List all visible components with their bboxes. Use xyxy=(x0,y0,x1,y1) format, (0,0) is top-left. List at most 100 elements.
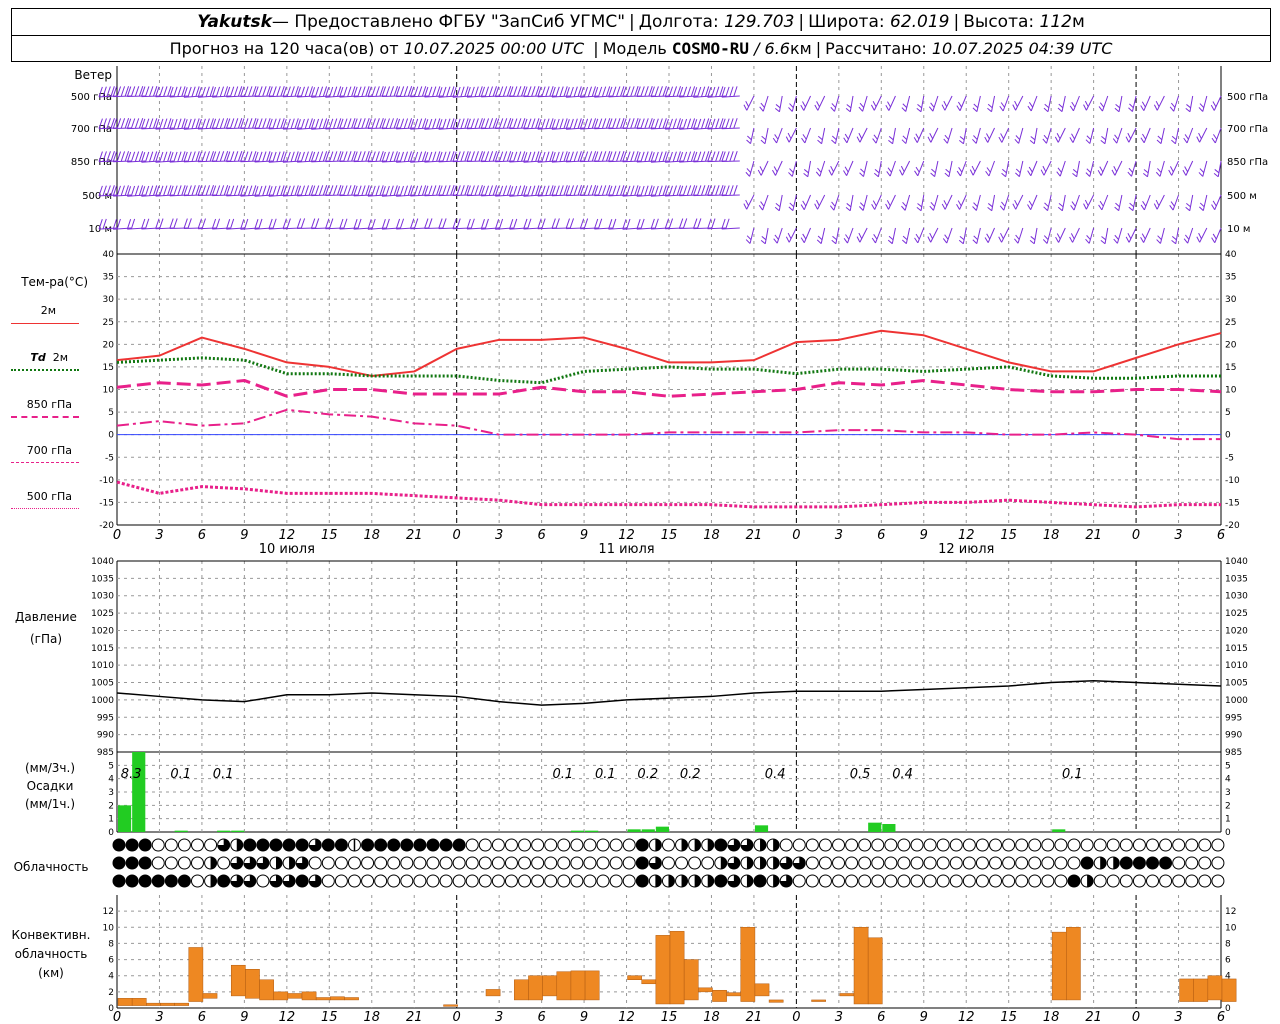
cloud-symbol xyxy=(518,838,532,852)
wind-barb-flag xyxy=(343,218,348,229)
wind-barb-flag xyxy=(385,151,390,162)
wind-barb-flag xyxy=(215,218,221,229)
cloud-circle xyxy=(347,874,361,888)
wind-barb xyxy=(943,127,953,144)
wind-barb-shaft xyxy=(791,95,797,112)
wind-barb-flag xyxy=(177,185,182,196)
wind-barb xyxy=(757,160,769,176)
cloud-symbol xyxy=(426,874,440,888)
wind-barb-flag xyxy=(998,236,1003,243)
wind-barb xyxy=(466,86,486,98)
wind-barb-flag xyxy=(229,185,235,196)
cloud-half xyxy=(773,857,780,869)
wind-barb-flag xyxy=(191,86,196,97)
wind-barb-flag xyxy=(899,169,903,176)
wind-barb-flag xyxy=(130,118,136,129)
cloud-circle xyxy=(845,838,859,852)
cloud-circle xyxy=(858,874,872,888)
wind-barb-flag xyxy=(314,151,320,162)
wind-barb-flag xyxy=(711,86,716,98)
cloud-circle xyxy=(818,856,832,870)
wind-barb-shaft xyxy=(1102,95,1109,112)
cloud-circle xyxy=(413,874,427,888)
cloud-circle xyxy=(832,856,846,870)
cloud-full xyxy=(400,839,413,851)
wind-barb-flag xyxy=(286,118,291,130)
wind-barb-flag xyxy=(385,185,390,197)
wind-barb-shaft xyxy=(888,95,896,111)
cloud-circle xyxy=(897,874,911,888)
wind-barb xyxy=(1210,95,1222,111)
wind-barb-flag xyxy=(697,151,702,162)
wind-barb-flag xyxy=(985,170,990,177)
wind-barb-flag xyxy=(672,151,677,162)
precip-bar xyxy=(627,829,641,832)
wind-barb-flag xyxy=(417,86,423,97)
cloud-symbol xyxy=(792,874,806,888)
wind-barb-flag xyxy=(1212,233,1217,240)
cloud-full xyxy=(113,857,125,869)
wind-barb-flag xyxy=(957,200,962,207)
wind-barb-flag xyxy=(1057,206,1063,212)
cloud-half xyxy=(694,839,701,851)
wind-barb-shaft xyxy=(963,127,967,144)
cloud-half xyxy=(707,875,714,887)
wind-barb-flag xyxy=(1098,204,1103,211)
wind-barb-flag xyxy=(668,218,674,229)
wind-barb-flag xyxy=(917,104,922,109)
wind-barb-flag xyxy=(201,86,206,98)
wind-barb-flag xyxy=(438,218,443,229)
wind-barb xyxy=(1027,194,1038,210)
wind-barb-flag xyxy=(1211,137,1216,144)
wind-barb-flag xyxy=(314,86,320,98)
wind-barb-shaft xyxy=(1143,127,1151,143)
cloud-half xyxy=(1113,857,1120,869)
wind-barb-flag xyxy=(999,105,1004,112)
wind-barb-flag xyxy=(916,207,922,212)
cloud-symbol xyxy=(334,838,348,852)
wind-barb-flag xyxy=(470,218,475,229)
cloud-symbol xyxy=(753,856,767,870)
cloud-symbol xyxy=(1211,856,1225,870)
cloud-symbol xyxy=(622,838,636,852)
wind-barb-flag xyxy=(347,86,352,97)
cloud-symbol xyxy=(243,874,257,888)
wind-barb-shaft xyxy=(892,127,896,144)
cloud-half xyxy=(707,839,714,851)
cloud-symbol xyxy=(518,874,532,888)
wind-barb-flag xyxy=(116,118,122,129)
wind-barb xyxy=(692,185,712,197)
wind-barb-flag xyxy=(593,218,599,230)
cloud-circle xyxy=(164,856,178,870)
cloud-circle xyxy=(832,838,846,852)
cloud-circle xyxy=(177,838,191,852)
wind-barb-flag xyxy=(413,185,419,196)
wind-barb-flag xyxy=(626,185,631,197)
wind-barb xyxy=(537,185,556,197)
wind-barb-flag xyxy=(1029,140,1035,145)
cloud-symbol xyxy=(308,838,322,852)
wind-barb-flag xyxy=(385,218,390,230)
wind-barb-flag xyxy=(428,151,433,163)
wind-barb-flag xyxy=(531,151,536,162)
cloud-circle xyxy=(308,856,322,870)
wind-barb-flag xyxy=(488,86,494,97)
wind-barb-flag xyxy=(177,151,182,162)
wind-barb-flag xyxy=(972,239,978,244)
wind-barb xyxy=(367,185,386,197)
cloud-symbol xyxy=(1106,838,1120,852)
wind-barb xyxy=(296,185,316,197)
temp-tick-label: 20 xyxy=(1225,340,1237,350)
wind-barb-shaft xyxy=(930,127,939,143)
wind-barb-flag xyxy=(1157,135,1163,141)
wind-barb-flag xyxy=(943,100,948,107)
wind-barb xyxy=(916,194,925,212)
cloud-circle xyxy=(975,856,989,870)
conv-bar xyxy=(287,993,303,999)
cloud-symbol xyxy=(465,874,479,888)
wind-barb-flag xyxy=(1101,236,1107,241)
wind-barb-flag xyxy=(654,218,659,229)
wind-barb-flag xyxy=(1028,200,1033,207)
wind-barb-flag xyxy=(873,172,879,178)
wind-barb-flag xyxy=(843,237,848,244)
